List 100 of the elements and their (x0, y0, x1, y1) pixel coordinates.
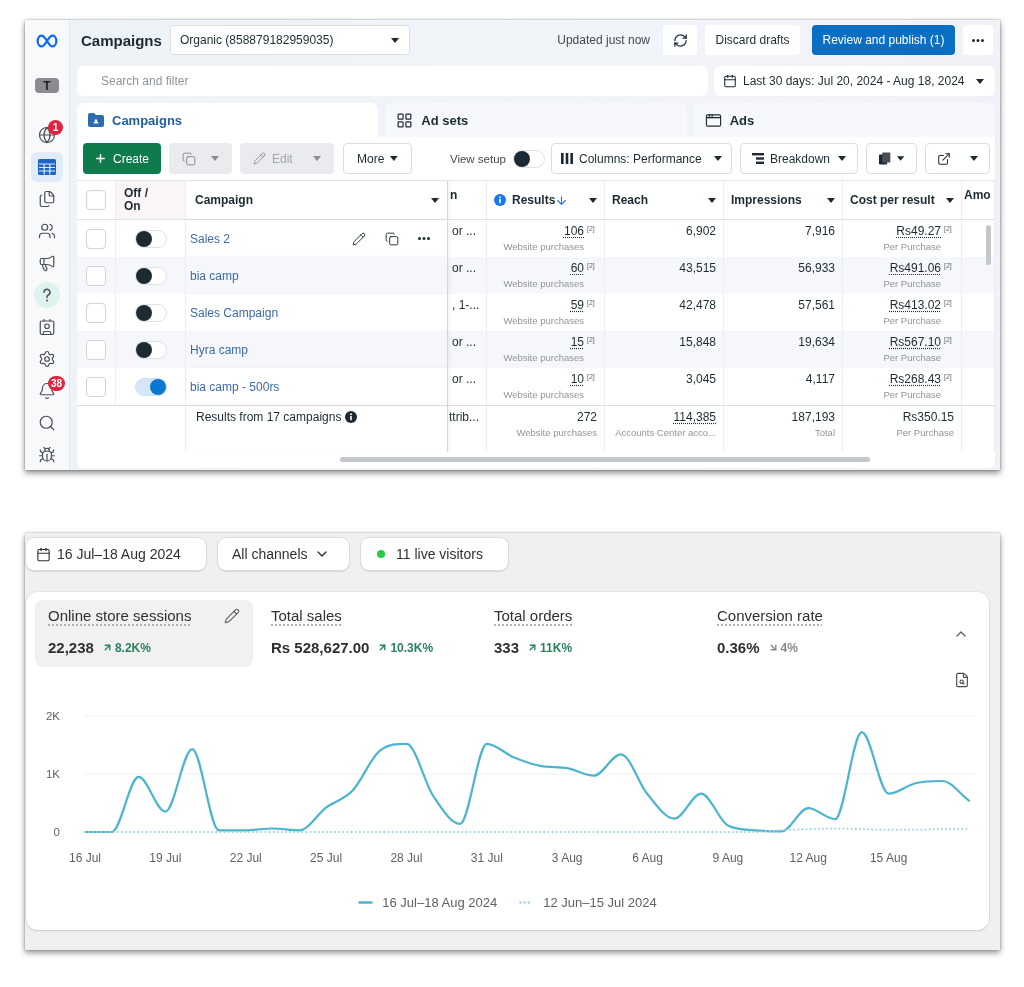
toggle-switch[interactable] (134, 266, 167, 285)
sort-down-icon (555, 193, 569, 207)
axis-label: 2K (45, 710, 60, 722)
pencil-icon[interactable] (352, 231, 366, 246)
cell-label: Accounts Center acco... (615, 427, 716, 439)
infinity-logo-icon[interactable] (36, 34, 58, 48)
cell-value: 59 (570, 298, 584, 312)
checkbox[interactable] (86, 339, 106, 360)
cell-label: Website purchases (503, 315, 584, 327)
campaign-link[interactable]: Sales 2 (190, 231, 231, 246)
cell-value: 187,193 (791, 410, 835, 424)
toggle-switch[interactable] (134, 340, 167, 359)
create-button[interactable]: Create (83, 143, 161, 174)
metric-tab[interactable]: Total orders 333 11K% (481, 600, 699, 667)
pencil-icon[interactable] (224, 608, 240, 624)
breakdown-button[interactable]: Breakdown (740, 143, 858, 174)
copy-icon[interactable] (385, 231, 399, 246)
checkbox[interactable] (86, 265, 106, 286)
column-header[interactable]: Results (512, 193, 556, 207)
ellipsis-icon (972, 38, 984, 42)
tab[interactable]: Ad sets (385, 103, 687, 137)
columns-icon (561, 153, 573, 164)
avatar[interactable]: T (35, 78, 59, 93)
status-dot-icon (377, 550, 385, 558)
campaign-link[interactable]: bia camp (190, 268, 239, 283)
cell-value: 106 (563, 224, 584, 238)
search-icon (38, 414, 56, 432)
cell-value: Rs49.27 (896, 224, 941, 238)
campaign-link[interactable]: Hyra camp (190, 342, 248, 357)
caret-icon (896, 156, 904, 161)
caret-icon (390, 156, 398, 161)
column-header[interactable]: Campaign (195, 193, 253, 207)
contact-card-icon (38, 318, 56, 336)
tab[interactable]: Ads (693, 103, 995, 137)
table-cell: or ... (452, 335, 476, 349)
cell-label: Per Purchase (883, 352, 941, 364)
campaign-link[interactable]: Sales Campaign (190, 305, 279, 320)
caret-icon (714, 156, 722, 161)
axis-label: 31 Jul (470, 851, 503, 865)
metric-change: 10.3K% (390, 640, 434, 655)
toggle-switch[interactable] (134, 303, 167, 322)
publish-button[interactable]: Review and publish (1) (812, 25, 955, 55)
scrollbar-thumb[interactable] (986, 225, 991, 265)
checkbox[interactable] (86, 376, 106, 397)
report-button[interactable] (866, 143, 917, 174)
sidebar-nav-button[interactable]: 1 (31, 120, 63, 150)
axis-label: 9 Aug (712, 851, 744, 865)
axis-label: 16 Jul (69, 851, 101, 865)
cell-value: 7,916 (804, 224, 835, 238)
sidebar-nav-button[interactable] (31, 152, 63, 182)
checkbox[interactable] (86, 190, 106, 210)
column-header[interactable]: n (450, 189, 458, 202)
account-select[interactable]: Organic (858879182959035) (170, 25, 410, 55)
column-header[interactable]: Reach (612, 193, 649, 207)
caret-icon (313, 156, 321, 161)
refresh-button[interactable] (663, 25, 697, 55)
toggle-switch[interactable] (134, 377, 167, 396)
info-icon (345, 411, 358, 423)
live-visitors-button[interactable]: 11 live visitors (361, 538, 508, 570)
metric-value: 333 (494, 639, 520, 656)
copy-icon (182, 151, 196, 166)
tab[interactable]: Campaigns (77, 103, 379, 137)
metric-change: 11K% (540, 640, 573, 655)
campaign-link[interactable]: bia camp - 500rs (190, 379, 280, 394)
columns-button[interactable]: Columns: Performance (551, 143, 732, 174)
checkbox[interactable] (86, 302, 106, 323)
cell-value: 6,902 (685, 224, 716, 238)
more-options-button[interactable] (963, 25, 993, 55)
search-field[interactable]: Search and filter (77, 66, 708, 96)
more-button[interactable]: More (343, 143, 412, 174)
metric-value: Rs 528,627.00 (271, 639, 370, 656)
toggle-switch[interactable] (134, 229, 167, 248)
caret-icon (211, 156, 219, 161)
refresh-icon (672, 32, 688, 48)
cell-value: 42,478 (679, 298, 716, 312)
scrollbar-thumb[interactable] (340, 457, 870, 462)
cell-label: Per Purchase (883, 389, 941, 401)
date-range-button[interactable]: Last 30 days: Jul 20, 2024 - Aug 18, 2024 (714, 66, 995, 96)
column-header[interactable]: Amo (964, 189, 991, 202)
discard-button[interactable]: Discard drafts (705, 25, 800, 55)
file-search-icon[interactable] (954, 671, 970, 688)
sidebar-nav-button[interactable] (31, 280, 63, 310)
toggle-switch[interactable] (513, 149, 545, 168)
channel-select[interactable]: All channels (218, 538, 349, 570)
export-button[interactable] (925, 143, 990, 174)
column-header[interactable]: Cost per result (850, 193, 935, 207)
column-header[interactable]: Impressions (731, 193, 802, 207)
checkbox[interactable] (86, 228, 106, 249)
view-setup-label: View setup (449, 152, 506, 165)
caret-icon (970, 156, 978, 161)
breakdown-icon (752, 153, 764, 164)
legend-label: 12 Jun–15 Jul 2024 (543, 894, 657, 910)
metric-tab[interactable]: Online store sessions 22,238 8.2K% (35, 600, 253, 667)
files-icon (38, 190, 56, 208)
sidebar-nav-button[interactable]: 38 (31, 376, 63, 406)
date-range-button[interactable]: 16 Jul–18 Aug 2024 (26, 538, 206, 570)
axis-label: 0 (53, 826, 60, 838)
metric-tab[interactable]: Total sales Rs 528,627.00 10.3K% (258, 600, 476, 667)
metric-tab[interactable]: Conversion rate 0.36% 4% (704, 600, 922, 667)
cell-label: Per Purchase (883, 315, 941, 327)
